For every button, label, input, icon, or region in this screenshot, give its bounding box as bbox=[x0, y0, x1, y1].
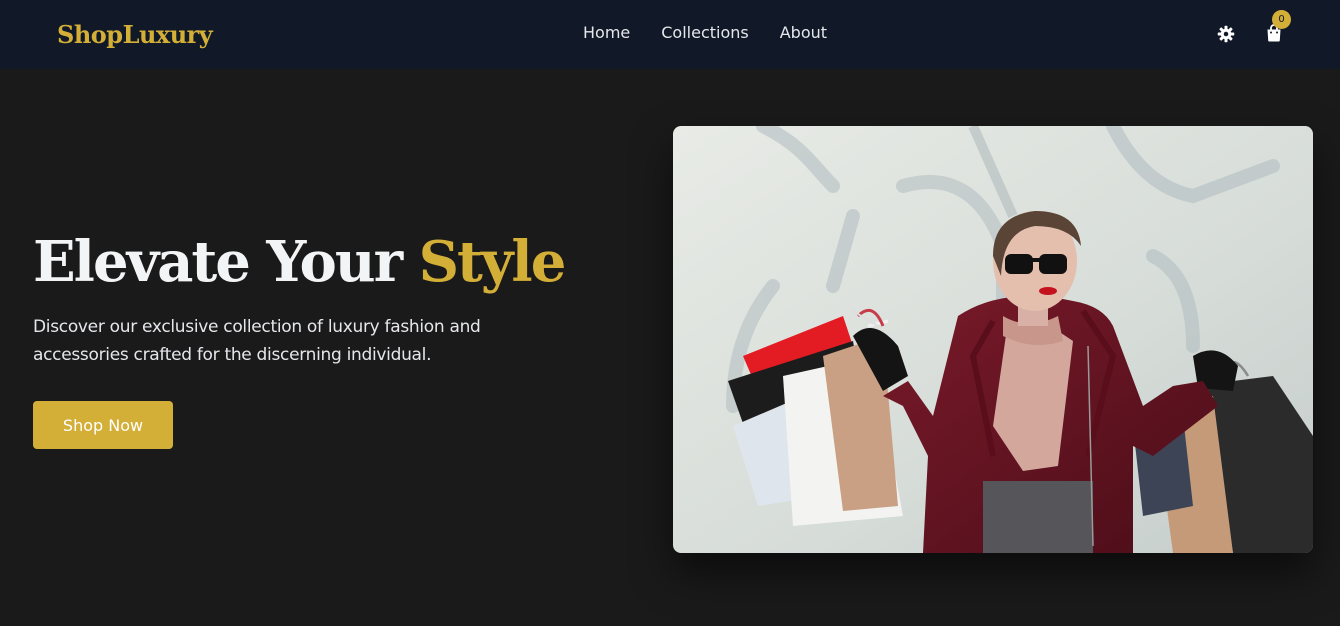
nav-link-home[interactable]: Home bbox=[583, 22, 630, 44]
gear-icon bbox=[1217, 25, 1235, 43]
main-nav: Home Collections About bbox=[583, 22, 827, 44]
hero-title-main: Elevate Your bbox=[33, 229, 419, 295]
shop-now-button[interactable]: Shop Now bbox=[33, 401, 173, 449]
brand-logo[interactable]: ShopLuxury bbox=[57, 19, 213, 51]
woman-with-shopping-bags-photo bbox=[673, 126, 1313, 553]
nav-link-collections[interactable]: Collections bbox=[661, 22, 748, 44]
top-navbar: ShopLuxury Home Collections About 0 bbox=[0, 0, 1340, 69]
cart-count-badge: 0 bbox=[1272, 10, 1291, 29]
hero-description: Discover our exclusive collection of lux… bbox=[33, 317, 481, 365]
hero-image bbox=[673, 126, 1313, 553]
nav-link-about[interactable]: About bbox=[780, 22, 827, 44]
settings-button[interactable] bbox=[1214, 22, 1238, 46]
hero-title-accent: Style bbox=[418, 229, 567, 295]
hero-title: Elevate Your Style bbox=[33, 224, 567, 300]
